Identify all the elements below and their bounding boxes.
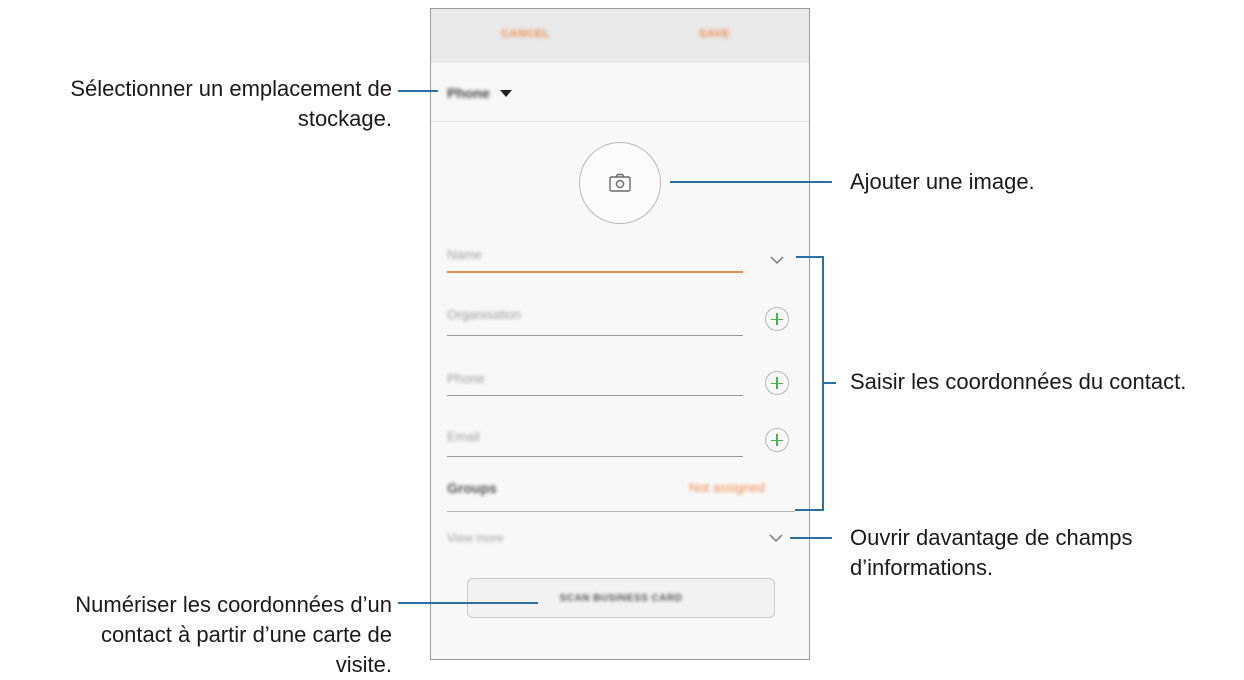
email-field-underline (447, 456, 743, 457)
organisation-field-underline (447, 335, 743, 336)
bracket-top (796, 256, 824, 258)
view-more-link[interactable]: View more (447, 531, 503, 545)
groups-value[interactable]: Not assigned (689, 480, 765, 495)
chevron-down-icon[interactable] (769, 255, 785, 265)
callout-scan-line2: contact à partir d’une carte de (100, 622, 392, 647)
name-input[interactable] (447, 241, 743, 271)
callout-scan-line3: visite. (335, 652, 392, 677)
groups-label: Groups (447, 480, 497, 496)
callout-scan-line1: Numériser les coordonnées d’un (75, 592, 392, 617)
leader-line-image (670, 181, 832, 183)
phone-screen: CANCEL SAVE Phone Name Organisation Phon… (430, 8, 810, 660)
chevron-down-icon[interactable] (768, 533, 784, 543)
callout-contact-info: Saisir les coordonnées du contact. (850, 369, 1187, 394)
callout-more-fields: Ouvrir davantage de champs d’information… (850, 523, 1133, 583)
callout-storage: Sélectionner un emplacement de stockage. (0, 74, 392, 134)
callout-storage-line1: Sélectionner un emplacement de (70, 76, 392, 101)
callout-more-fields-line2: d’informations. (850, 555, 994, 580)
email-input[interactable] (447, 423, 743, 453)
leader-line-contact-info (822, 382, 836, 384)
callout-image: Ajouter une image. (850, 169, 1035, 194)
add-organisation-button[interactable] (765, 307, 789, 331)
storage-location-label: Phone (447, 85, 490, 101)
phone-input[interactable] (447, 365, 743, 395)
leader-line-scan (398, 602, 538, 604)
save-button[interactable]: SAVE (699, 28, 730, 40)
divider (447, 511, 795, 512)
scan-business-card-label: SCAN BUSINESS CARD (559, 592, 683, 604)
callout-storage-line2: stockage. (297, 106, 392, 131)
phone-field-underline (447, 395, 743, 396)
add-image-button[interactable] (579, 142, 661, 224)
leader-line-more-fields (790, 537, 832, 539)
triangle-down-icon (499, 89, 512, 97)
add-phone-button[interactable] (765, 371, 789, 395)
cancel-button[interactable]: CANCEL (501, 28, 550, 40)
add-email-button[interactable] (765, 428, 789, 452)
callout-more-fields-line1: Ouvrir davantage de champs (850, 525, 1133, 550)
scan-business-card-button[interactable]: SCAN BUSINESS CARD (467, 578, 775, 618)
callout-scan: Numériser les coordonnées d’un contact à… (0, 590, 392, 680)
bracket-bottom (795, 509, 824, 511)
leader-line-storage (398, 90, 438, 92)
camera-icon (609, 173, 631, 192)
top-action-bar: CANCEL SAVE (431, 9, 809, 63)
storage-location-selector[interactable]: Phone (447, 82, 512, 104)
name-field-underline (447, 271, 743, 273)
organisation-input[interactable] (447, 301, 743, 331)
divider (431, 121, 809, 122)
